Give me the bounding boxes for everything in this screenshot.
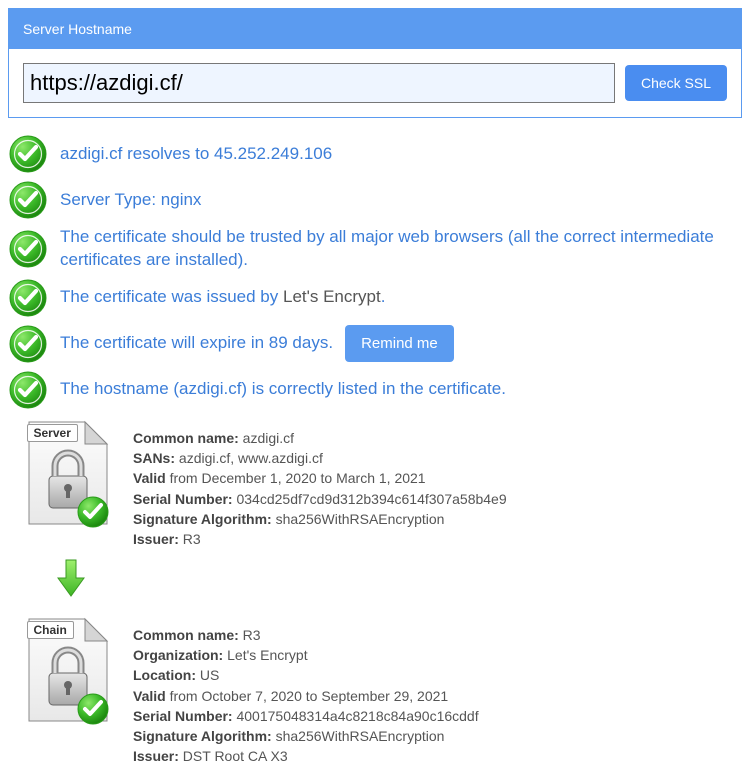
chain-cert-details: Common name: R3 Organization: Let's Encr… xyxy=(133,617,479,767)
panel-title: Server Hostname xyxy=(9,9,741,49)
check-icon xyxy=(8,134,48,174)
cn-value: azdigi.cf xyxy=(239,430,294,446)
server-cert-block: Server Common name: azdigi.cf SANs: azdi… xyxy=(20,420,742,550)
sans-value: azdigi.cf, www.azdigi.cf xyxy=(175,450,323,466)
panel-body: Check SSL xyxy=(9,49,741,117)
check-text: The certificate should be trusted by all… xyxy=(60,226,742,272)
hostname-panel: Server Hostname Check SSL xyxy=(8,8,742,118)
loc-value: US xyxy=(196,667,219,683)
issuer-label: Issuer: xyxy=(133,531,179,547)
serial-label: Serial Number: xyxy=(133,491,233,507)
check-row-hostname-listed: The hostname (azdigi.cf) is correctly li… xyxy=(8,370,742,410)
check-text: The hostname (azdigi.cf) is correctly li… xyxy=(60,378,742,401)
issued-by: Let's Encrypt xyxy=(283,287,381,306)
check-text: Server Type: nginx xyxy=(60,189,742,212)
cert-icon-wrap: Chain xyxy=(20,617,115,767)
valid-label: Valid xyxy=(133,688,166,704)
expire-text: The certificate will expire in 89 days. xyxy=(60,332,333,355)
cn-label: Common name: xyxy=(133,627,239,643)
org-label: Organization: xyxy=(133,647,223,663)
valid-value: from October 7, 2020 to September 29, 20… xyxy=(166,688,449,704)
check-text: azdigi.cf resolves to 45.252.249.106 xyxy=(60,143,742,166)
check-row-expire: The certificate will expire in 89 days. … xyxy=(8,324,742,364)
issuer-label: Issuer: xyxy=(133,748,179,764)
chain-cert-block: Chain Common name: R3 Organization: Let'… xyxy=(20,617,742,767)
check-text: The certificate will expire in 89 days. … xyxy=(60,325,742,362)
valid-label: Valid xyxy=(133,470,166,486)
issued-suffix: . xyxy=(381,287,386,306)
results-list: azdigi.cf resolves to 45.252.249.106 Ser… xyxy=(8,134,742,767)
serial-label: Serial Number: xyxy=(133,708,233,724)
valid-value: from December 1, 2020 to March 1, 2021 xyxy=(166,470,426,486)
issuer-value: R3 xyxy=(179,531,201,547)
server-cert-details: Common name: azdigi.cf SANs: azdigi.cf, … xyxy=(133,420,507,550)
check-icon xyxy=(8,278,48,318)
org-value: Let's Encrypt xyxy=(223,647,307,663)
hostname-input[interactable] xyxy=(23,63,615,103)
cert-icon-wrap: Server xyxy=(20,420,115,550)
cert-badge: Chain xyxy=(27,621,74,639)
cert-badge: Server xyxy=(27,424,78,442)
sigalg-label: Signature Algorithm: xyxy=(133,511,272,527)
check-icon xyxy=(8,370,48,410)
check-row-trusted: The certificate should be trusted by all… xyxy=(8,226,742,272)
check-row-resolves: azdigi.cf resolves to 45.252.249.106 xyxy=(8,134,742,174)
sans-label: SANs: xyxy=(133,450,175,466)
check-icon xyxy=(8,180,48,220)
cert-document-icon: Server xyxy=(23,420,113,530)
sigalg-value: sha256WithRSAEncryption xyxy=(272,511,445,527)
check-text: The certificate was issued by Let's Encr… xyxy=(60,286,742,309)
loc-label: Location: xyxy=(133,667,196,683)
cn-value: R3 xyxy=(239,627,261,643)
check-icon xyxy=(8,324,48,364)
remind-me-button[interactable]: Remind me xyxy=(345,325,454,362)
check-row-issued: The certificate was issued by Let's Encr… xyxy=(8,278,742,318)
check-icon xyxy=(8,229,48,269)
issued-prefix: The certificate was issued by xyxy=(60,287,283,306)
arrow-down-icon xyxy=(56,558,86,598)
serial-value: 034cd25df7cd9d312b394c614f307a58b4e9 xyxy=(233,491,507,507)
check-row-server-type: Server Type: nginx xyxy=(8,180,742,220)
serial-value: 400175048314a4c8218c84a90c16cddf xyxy=(233,708,479,724)
check-ssl-button[interactable]: Check SSL xyxy=(625,65,727,101)
cert-document-icon: Chain xyxy=(23,617,113,727)
cn-label: Common name: xyxy=(133,430,239,446)
issuer-value: DST Root CA X3 xyxy=(179,748,288,764)
